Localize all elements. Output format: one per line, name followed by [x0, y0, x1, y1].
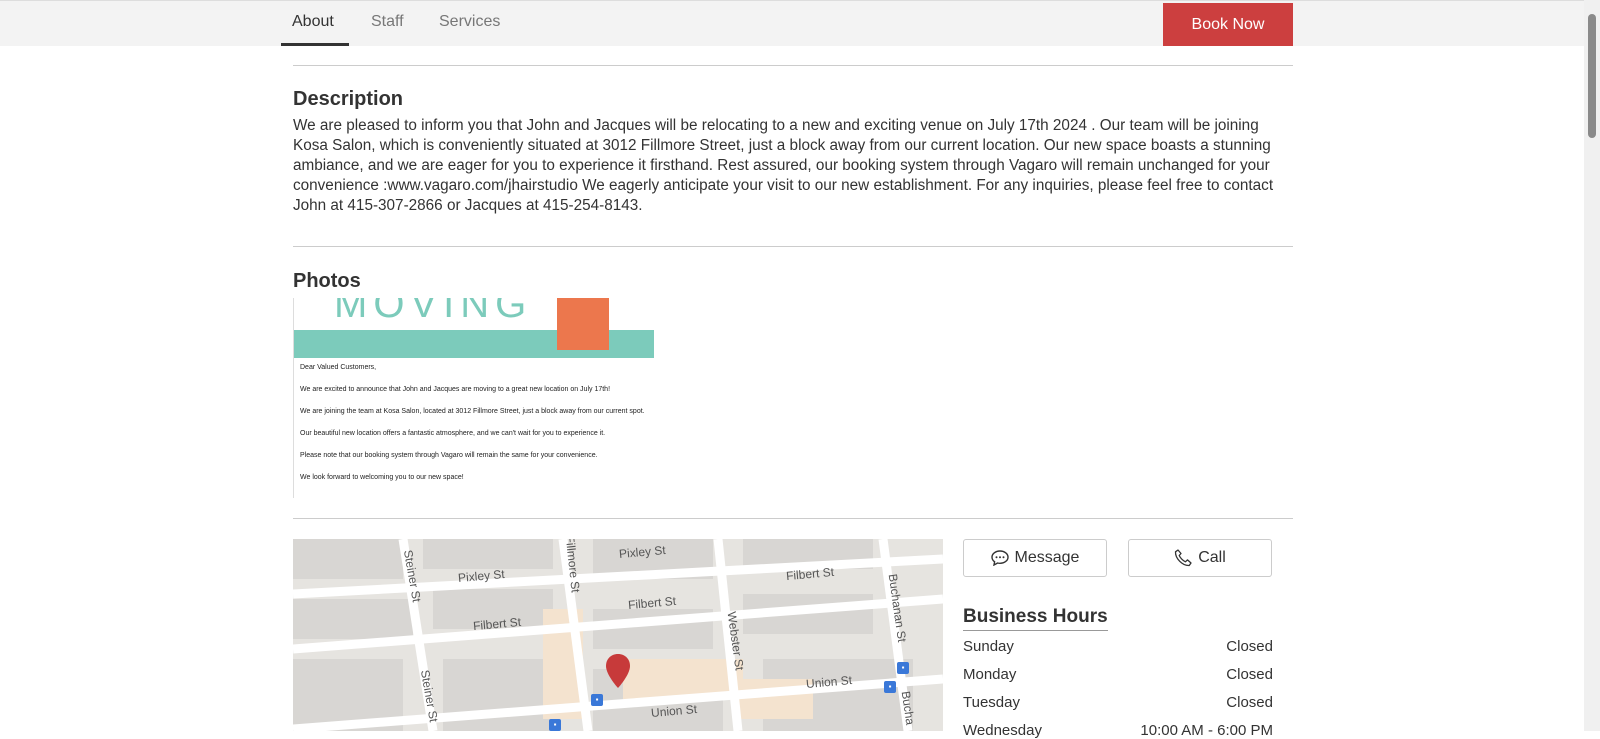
map-streets-graphic	[293, 539, 943, 731]
chat-bubble-icon	[990, 550, 1009, 566]
photo-letter-line: Our beautiful new location offers a fant…	[300, 430, 606, 437]
photo-letter-line: We are joining the team at Kosa Salon, l…	[300, 408, 645, 415]
bus-stop-icon: ▪	[591, 694, 603, 706]
phone-icon	[1175, 549, 1192, 567]
tab-about[interactable]: About	[292, 13, 334, 46]
tab-active-indicator	[281, 43, 349, 46]
profile-nav-bar: About Staff Services Book Now	[0, 0, 1584, 46]
photo-letter-text: Dear Valued Customers, We are excited to…	[300, 364, 650, 496]
call-button-label: Call	[1198, 549, 1226, 566]
hours-row: Sunday Closed	[963, 638, 1273, 655]
location-map[interactable]: Pixley St Pixley St Fillmore St Filbert …	[293, 539, 943, 731]
scrollbar-thumb[interactable]	[1588, 14, 1596, 138]
tab-services[interactable]: Services	[439, 13, 500, 46]
business-hours-heading: Business Hours	[963, 606, 1108, 631]
hours-time: Closed	[1226, 694, 1273, 711]
bus-stop-icon: ▪	[897, 662, 909, 674]
photo-thumbnail[interactable]: MOVING Dear Valued Customers, We are exc…	[293, 298, 654, 498]
photo-letter-line: We look forward to welcoming you to our …	[300, 474, 464, 481]
hours-row: Monday Closed	[963, 666, 1273, 683]
description-text: We are pleased to inform you that John a…	[293, 117, 1274, 214]
photo-orange-block	[557, 298, 609, 350]
divider	[293, 65, 1293, 66]
call-button[interactable]: Call	[1128, 539, 1272, 577]
bus-stop-icon: ▪	[549, 719, 561, 731]
page-scrollbar[interactable]	[1584, 0, 1600, 731]
bus-stop-icon: ▪	[884, 681, 896, 693]
hours-row: Tuesday Closed	[963, 694, 1273, 711]
hours-day: Sunday	[963, 638, 1014, 655]
book-now-button[interactable]: Book Now	[1163, 3, 1293, 46]
divider	[293, 246, 1293, 247]
tab-staff[interactable]: Staff	[371, 13, 404, 46]
photo-letter-line: Please note that our booking system thro…	[300, 452, 598, 459]
hours-day: Monday	[963, 666, 1017, 683]
map-pin-icon[interactable]	[606, 654, 630, 693]
message-button-label: Message	[1014, 549, 1080, 566]
divider	[293, 518, 1293, 519]
hours-time: Closed	[1226, 666, 1273, 683]
hours-time: Closed	[1226, 638, 1273, 655]
hours-day: Tuesday	[963, 694, 1020, 711]
photo-heading-text: MOVING	[334, 298, 533, 326]
photos-heading: Photos	[293, 270, 361, 292]
message-button[interactable]: Message	[963, 539, 1107, 577]
description-heading: Description	[293, 88, 404, 110]
photo-letter-line: We are excited to announce that John and…	[300, 386, 611, 393]
photo-letter-line: Dear Valued Customers,	[300, 364, 377, 371]
